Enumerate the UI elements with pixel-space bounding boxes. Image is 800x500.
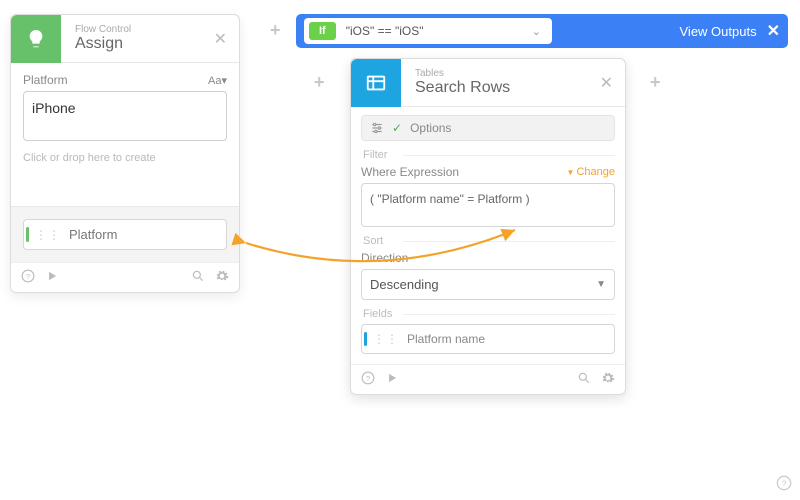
if-expression: "iOS" == "iOS": [346, 24, 526, 38]
assign-footer: ?: [11, 262, 239, 292]
field-pill[interactable]: ⋮⋮ Platform name: [361, 324, 615, 354]
direction-select[interactable]: Descending ▼: [361, 269, 615, 300]
svg-text:?: ?: [26, 272, 30, 281]
where-expression-input[interactable]: ( "Platform name" = Platform ): [361, 183, 615, 227]
if-container-bar: If "iOS" == "iOS" ⌄ View Outputs ✕: [296, 14, 788, 48]
variables-section: ⋮⋮ Platform: [11, 206, 239, 262]
search-rows-card: Tables Search Rows ✕ ✓ Options Filter Wh…: [350, 58, 626, 395]
create-dropzone[interactable]: [23, 170, 227, 196]
platform-input[interactable]: [23, 91, 227, 141]
sliders-icon: [370, 121, 384, 135]
help-icon[interactable]: ?: [361, 371, 375, 388]
sort-group-label: Sort: [363, 235, 615, 247]
close-icon[interactable]: ✕: [594, 69, 619, 97]
chevron-down-icon[interactable]: ⌄: [526, 25, 547, 38]
if-close-icon[interactable]: ✕: [767, 21, 780, 41]
add-inner-left-button[interactable]: +: [314, 72, 325, 93]
help-icon[interactable]: ?: [21, 269, 35, 286]
page-help-icon[interactable]: ?: [776, 475, 792, 494]
platform-label: Platform: [23, 73, 68, 87]
direction-label: Direction: [361, 251, 408, 265]
add-step-button[interactable]: +: [270, 20, 281, 41]
fields-group-label: Fields: [363, 308, 615, 320]
options-label: Options: [410, 121, 451, 135]
play-icon[interactable]: [385, 371, 399, 388]
if-tag: If: [309, 22, 336, 40]
assign-card: Flow Control Assign ✕ Platform Aa▾ Click…: [10, 14, 240, 293]
add-inner-right-button[interactable]: +: [650, 72, 661, 93]
search-footer: ?: [351, 364, 625, 394]
svg-text:?: ?: [366, 374, 370, 383]
variable-name: Platform: [69, 227, 117, 242]
assign-header: Flow Control Assign ✕: [11, 15, 239, 63]
gear-icon[interactable]: [601, 371, 615, 388]
drag-handle-icon[interactable]: ⋮⋮: [35, 232, 61, 238]
assign-title: Assign: [75, 35, 208, 53]
create-hint[interactable]: Click or drop here to create: [23, 152, 227, 164]
lightbulb-icon: [11, 15, 61, 63]
close-icon[interactable]: ✕: [208, 25, 233, 53]
drag-handle-icon[interactable]: ⋮⋮: [373, 336, 399, 342]
view-outputs-link[interactable]: View Outputs: [680, 24, 757, 39]
options-bar[interactable]: ✓ Options: [361, 115, 615, 141]
search-title: Search Rows: [415, 79, 594, 97]
if-condition-pill[interactable]: If "iOS" == "iOS" ⌄: [304, 18, 552, 44]
where-label: Where Expression: [361, 165, 459, 179]
search-category: Tables: [415, 68, 594, 79]
table-icon: [351, 59, 401, 107]
svg-text:?: ?: [782, 478, 787, 488]
search-icon[interactable]: [191, 269, 205, 286]
search-icon[interactable]: [577, 371, 591, 388]
gear-icon[interactable]: [215, 269, 229, 286]
change-link[interactable]: Change: [567, 166, 615, 178]
field-name: Platform name: [407, 332, 485, 346]
direction-value: Descending: [370, 277, 439, 292]
search-rows-header: Tables Search Rows ✕: [351, 59, 625, 107]
select-caret-icon: ▼: [596, 279, 606, 290]
type-badge[interactable]: Aa▾: [208, 74, 227, 87]
check-icon: ✓: [392, 121, 402, 135]
play-icon[interactable]: [45, 269, 59, 286]
assign-category: Flow Control: [75, 24, 208, 35]
variable-pill[interactable]: ⋮⋮ Platform: [23, 219, 227, 250]
filter-group-label: Filter: [363, 149, 615, 161]
